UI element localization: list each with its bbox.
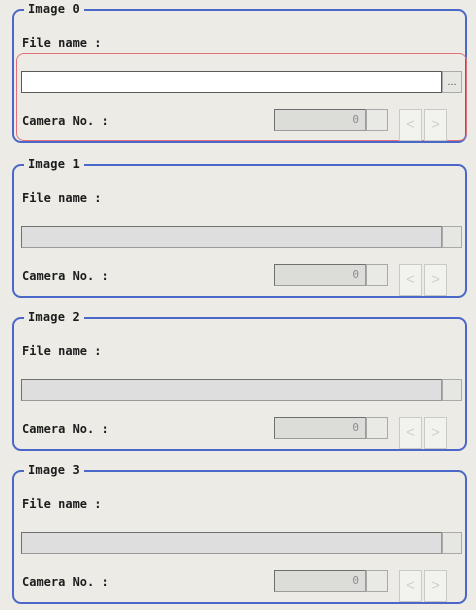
image-3-browse-button[interactable] <box>442 532 462 554</box>
image-1-camera-no-field[interactable]: 0 <box>274 264 366 286</box>
image-2-camera-no-field[interactable]: 0 <box>274 417 366 439</box>
image-2-browse-button[interactable] <box>442 379 462 401</box>
image-3-camera-dropdown-button[interactable] <box>366 570 388 592</box>
image-0-camera-dropdown-button[interactable] <box>366 109 388 131</box>
image-2-file-name-label: File name : <box>22 344 102 358</box>
image-3-group: Image 3 File name : Camera No. : 0 < > <box>12 462 467 604</box>
image-0-file-name-input[interactable] <box>21 71 442 93</box>
image-1-next-camera-button[interactable]: > <box>424 264 447 296</box>
image-2-prev-camera-button[interactable]: < <box>399 417 422 449</box>
image-3-file-name-label: File name : <box>22 497 102 511</box>
image-1-camera-no-label: Camera No. : <box>22 269 109 283</box>
image-0-camera-no-label: Camera No. : <box>22 114 109 128</box>
image-2-camera-no-label: Camera No. : <box>22 422 109 436</box>
image-0-group: Image 0 File name : ... Camera No. : 0 <… <box>12 1 467 143</box>
image-0-camera-no-field[interactable]: 0 <box>274 109 366 131</box>
image-1-group: Image 1 File name : Camera No. : 0 < > <box>12 156 467 298</box>
image-1-title: Image 1 <box>24 156 84 172</box>
image-1-camera-dropdown-button[interactable] <box>366 264 388 286</box>
image-3-camera-no-field[interactable]: 0 <box>274 570 366 592</box>
image-0-next-camera-button[interactable]: > <box>424 109 447 141</box>
image-1-browse-button[interactable] <box>442 226 462 248</box>
image-0-browse-button[interactable]: ... <box>442 71 462 93</box>
image-0-prev-camera-button[interactable]: < <box>399 109 422 141</box>
image-3-file-name-input[interactable] <box>21 532 442 554</box>
image-1-file-name-label: File name : <box>22 191 102 205</box>
image-2-file-name-input[interactable] <box>21 379 442 401</box>
image-1-prev-camera-button[interactable]: < <box>399 264 422 296</box>
image-2-camera-dropdown-button[interactable] <box>366 417 388 439</box>
image-3-prev-camera-button[interactable]: < <box>399 570 422 602</box>
image-0-file-name-label: File name : <box>22 36 102 50</box>
image-1-file-name-input[interactable] <box>21 226 442 248</box>
image-3-next-camera-button[interactable]: > <box>424 570 447 602</box>
image-2-group: Image 2 File name : Camera No. : 0 < > <box>12 309 467 451</box>
image-3-title: Image 3 <box>24 462 84 478</box>
image-2-title: Image 2 <box>24 309 84 325</box>
image-0-title: Image 0 <box>24 1 84 17</box>
image-2-next-camera-button[interactable]: > <box>424 417 447 449</box>
image-3-camera-no-label: Camera No. : <box>22 575 109 589</box>
